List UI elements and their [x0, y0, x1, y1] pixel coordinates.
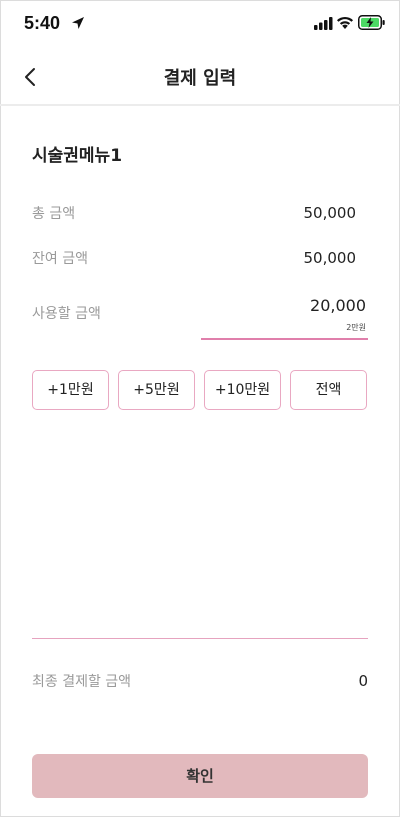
location-arrow-icon [72, 17, 84, 29]
wifi-icon [337, 16, 353, 29]
cellular-signal-icon [314, 17, 333, 30]
add-50000-button[interactable]: +5만원 [118, 370, 195, 410]
add-100000-button[interactable]: +10만원 [204, 370, 281, 410]
final-amount-value: 0 [358, 672, 368, 690]
divider [32, 638, 368, 639]
nav-header: 결제 입력 [0, 48, 400, 106]
page-title: 결제 입력 [163, 68, 237, 89]
use-amount-hint: 2만원 [346, 323, 366, 332]
status-bar: 5:40 [0, 0, 400, 48]
menu-name: 시술권메뉴1 [32, 146, 123, 166]
quick-amount-buttons: +1만원 +5만원 +10만원 전액 [32, 370, 368, 412]
battery-charging-icon [358, 15, 385, 30]
total-amount-label: 총 금액 [32, 206, 76, 222]
use-amount-value: 20,000 [310, 296, 366, 315]
final-amount-label: 최종 결제할 금액 [32, 674, 132, 690]
use-amount-input[interactable]: 20,000 2만원 [201, 292, 368, 340]
remaining-amount-value: 50,000 [303, 249, 357, 267]
add-10000-button[interactable]: +1만원 [32, 370, 109, 410]
use-amount-label: 사용할 금액 [32, 306, 101, 322]
total-amount-value: 50,000 [303, 204, 357, 222]
remaining-amount-label: 잔여 금액 [32, 251, 88, 267]
status-time: 5:40 [24, 13, 61, 33]
full-amount-button[interactable]: 전액 [290, 370, 367, 410]
confirm-button[interactable]: 확인 [32, 754, 368, 798]
